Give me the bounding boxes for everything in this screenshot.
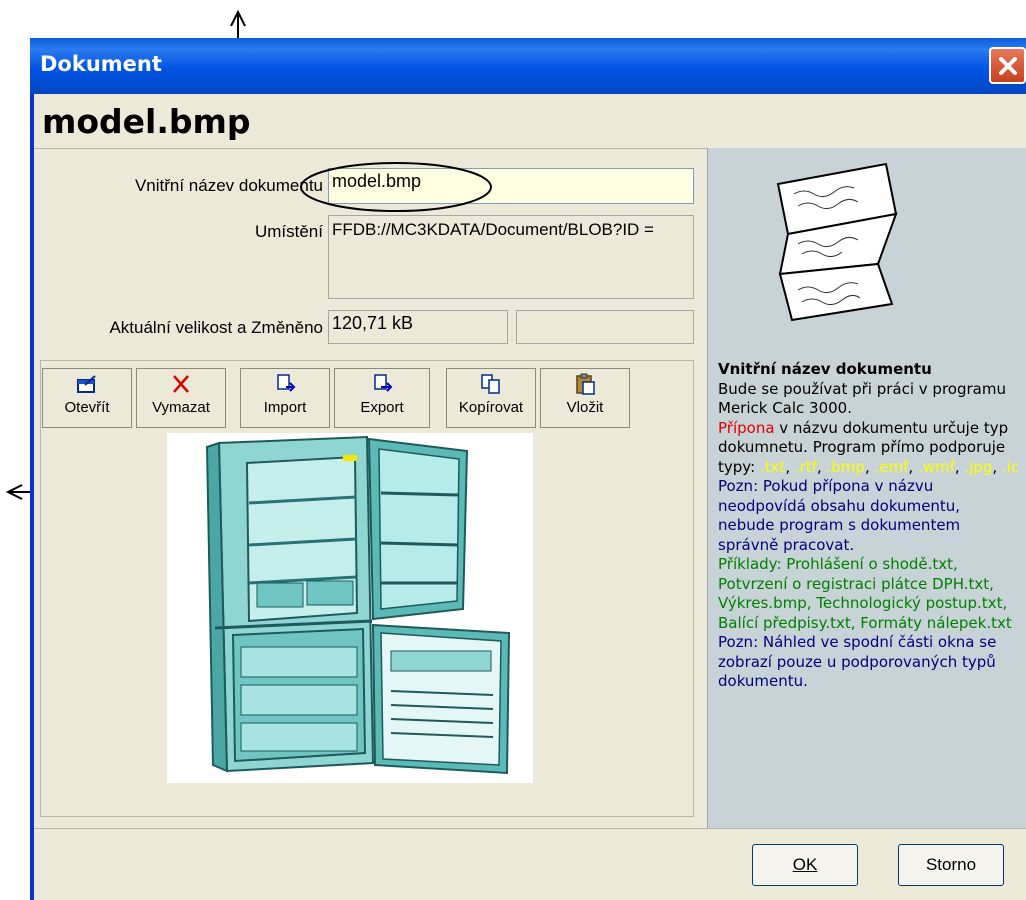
help-note-1: Pozn: Pokud přípona v názvu neodpovídá o… xyxy=(718,477,961,554)
copy-button[interactable]: Kopírovat xyxy=(446,368,536,428)
help-paragraph-2: Přípona v názvu dokumentu určuje typ dok… xyxy=(718,418,1020,476)
document-heading: model.bmp xyxy=(42,102,251,141)
open-label: Otevřít xyxy=(64,399,110,416)
size-label: Aktuální velikost a Změněno xyxy=(109,318,323,337)
highlight-ellipse xyxy=(300,162,492,212)
delete-icon xyxy=(173,375,189,393)
help-type-rtf: .rtf xyxy=(794,457,817,476)
document-icon xyxy=(776,162,898,322)
document-preview xyxy=(167,433,533,783)
cancel-button[interactable]: Storno xyxy=(898,844,1004,886)
help-type-txt: .txt xyxy=(759,457,786,476)
delete-label: Vymazat xyxy=(152,399,210,416)
location-label: Umístění xyxy=(254,222,323,241)
ok-button[interactable]: OK xyxy=(752,844,858,886)
paste-icon xyxy=(576,373,595,395)
open-button[interactable]: Otevřít xyxy=(42,368,132,428)
help-type-emf: .emf xyxy=(874,457,909,476)
export-icon xyxy=(374,374,393,392)
help-text: Vnitřní název dokumentu Bude se používat… xyxy=(718,360,1020,692)
import-label: Import xyxy=(263,399,307,416)
export-button[interactable]: Export xyxy=(334,368,430,428)
help-paragraph-1: Bude se používat při práci v programu Me… xyxy=(718,379,1006,418)
title-bar[interactable] xyxy=(30,38,1026,94)
help-type-wmf: .wmf xyxy=(917,457,955,476)
bottom-separator xyxy=(34,828,1026,829)
help-examples: Příklady: Prohlášení o shodě.txt, Potvrz… xyxy=(718,555,1012,632)
help-suffix-word: Přípona xyxy=(718,418,775,437)
location-field: FFDB://MC3KDATA/Document/BLOB?ID = xyxy=(328,215,694,299)
ok-label: OK xyxy=(792,855,818,874)
help-type-bmp: .bmp xyxy=(826,457,865,476)
open-icon xyxy=(77,375,96,393)
close-button[interactable] xyxy=(989,47,1026,84)
import-button[interactable]: Import xyxy=(240,368,330,428)
close-icon xyxy=(999,57,1017,75)
window-title: Dokument xyxy=(40,52,162,76)
modified-field xyxy=(516,310,694,344)
help-note-2: Pozn: Náhled ve spodní části okna se zob… xyxy=(718,633,997,690)
copy-label: Kopírovat xyxy=(458,399,524,416)
refrigerator-image xyxy=(205,435,511,775)
paste-label: Vložit xyxy=(566,399,604,416)
size-field: 120,71 kB xyxy=(328,310,508,344)
help-type-ic: .ic xyxy=(1001,457,1020,476)
copy-icon xyxy=(481,374,500,394)
import-icon xyxy=(277,374,296,392)
name-label: Vnitřní název dokumentu xyxy=(134,176,323,195)
paste-button[interactable]: Vložit xyxy=(540,368,630,428)
help-title: Vnitřní název dokumentu xyxy=(718,360,932,378)
export-label: Export xyxy=(360,399,404,416)
delete-button[interactable]: Vymazat xyxy=(136,368,226,428)
help-type-jpg: .jpg xyxy=(964,457,993,476)
